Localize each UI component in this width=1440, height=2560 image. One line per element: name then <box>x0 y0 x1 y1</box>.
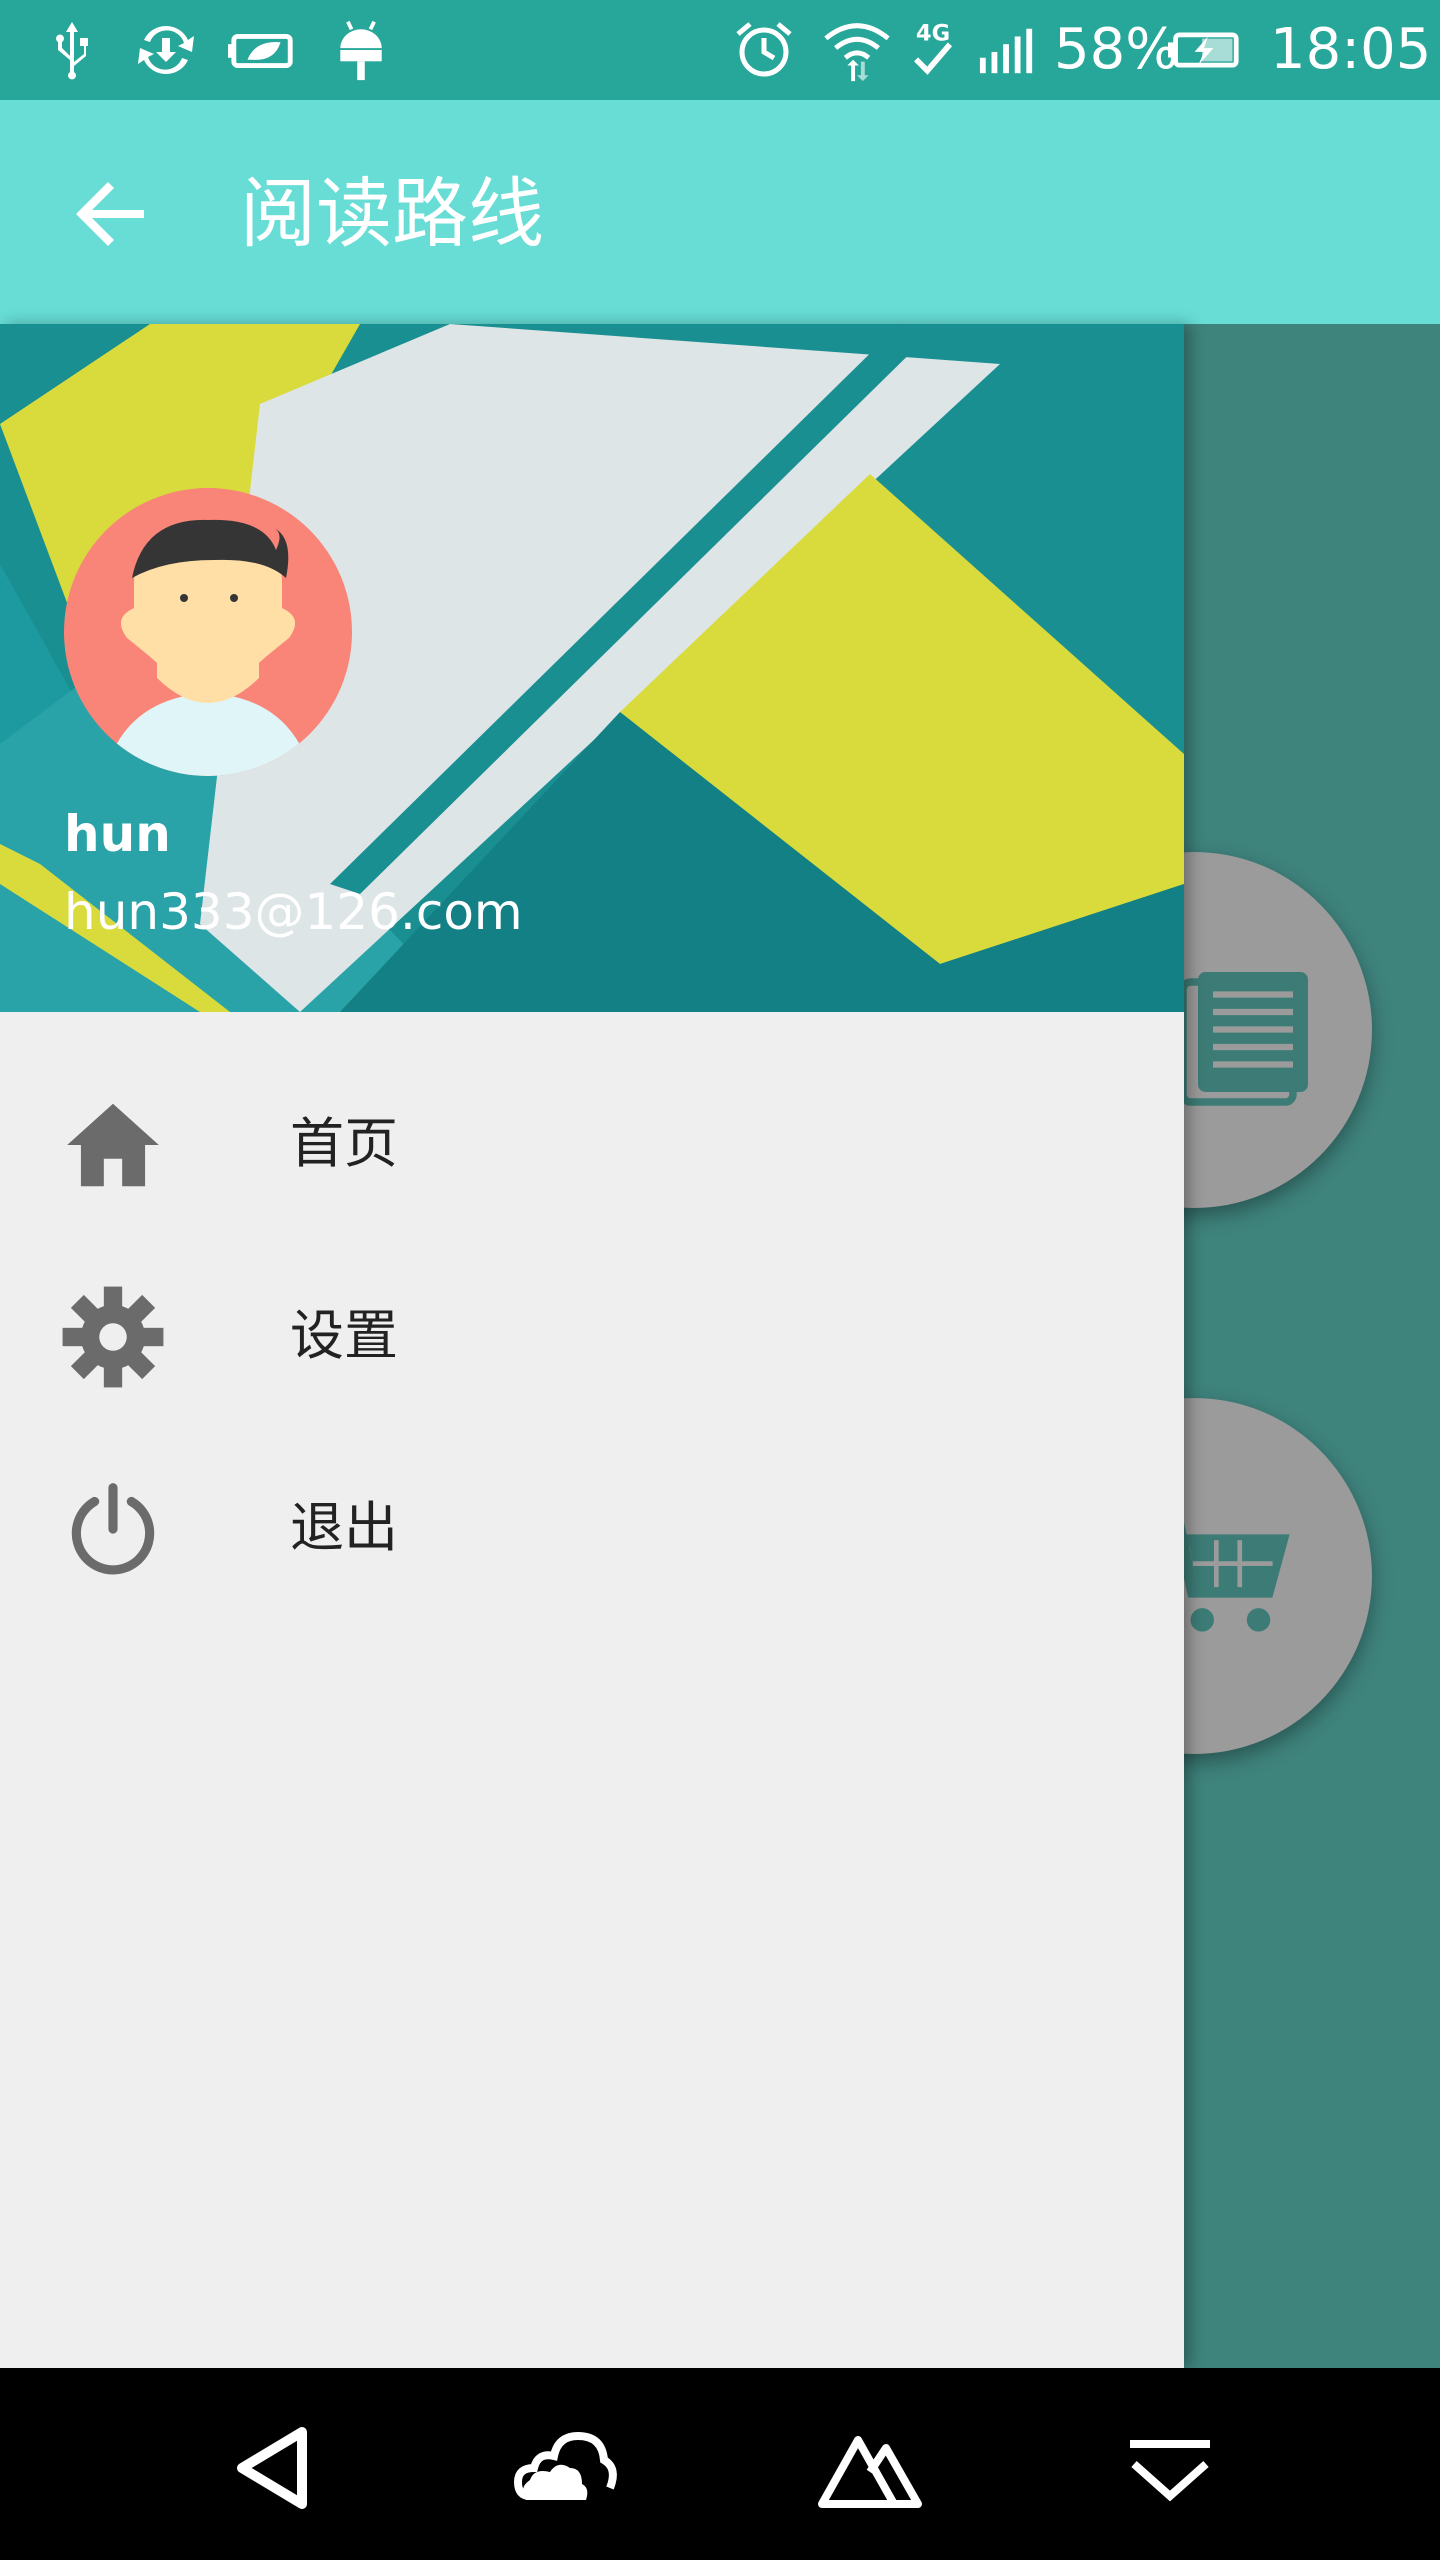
android-debug-icon <box>340 20 382 81</box>
user-name: hun <box>64 805 171 863</box>
menu-item-label: 退出 <box>290 1496 398 1559</box>
clock: 18:05 <box>1270 17 1432 82</box>
home-icon <box>67 1103 159 1187</box>
alarm-icon <box>736 22 792 77</box>
battery-charging-icon <box>1168 32 1239 68</box>
svg-text:4G: 4G <box>916 21 950 47</box>
user-email: hun333@126.com <box>64 883 523 941</box>
battery-percent: 58% <box>1054 17 1179 82</box>
menu-item-logout[interactable]: 退出 <box>0 1428 1184 1620</box>
status-bar: 4G 58% 18:05 <box>0 0 1440 100</box>
wifi-icon <box>824 23 890 82</box>
app-bar: 阅读路线 <box>0 100 1440 324</box>
drawer-header: hun hun333@126.com <box>0 324 1184 1012</box>
cloud-icon[interactable] <box>510 2408 630 2528</box>
network-4g-icon: 4G <box>914 21 953 75</box>
usb-icon <box>56 22 88 80</box>
avatar[interactable] <box>64 488 352 776</box>
system-nav-bar <box>0 2368 1440 2560</box>
page-title: 阅读路线 <box>240 169 544 258</box>
gear-icon <box>62 1286 164 1388</box>
menu-item-label: 设置 <box>290 1304 398 1367</box>
signal-icon <box>979 28 1033 74</box>
mountain-icon[interactable] <box>810 2408 930 2528</box>
collapse-icon[interactable] <box>1110 2408 1230 2528</box>
battery-saver-icon <box>228 33 293 68</box>
book-icon <box>1179 972 1308 1106</box>
menu-item-home[interactable]: 首页 <box>0 1044 1184 1236</box>
menu-item-settings[interactable]: 设置 <box>0 1236 1184 1428</box>
menu-item-label: 首页 <box>290 1112 398 1175</box>
power-icon <box>71 1483 155 1575</box>
sync-icon <box>138 25 194 75</box>
back-triangle-icon[interactable] <box>212 2408 332 2528</box>
arrow-back-icon[interactable] <box>64 166 160 262</box>
navigation-drawer: hun hun333@126.com 首页 设置 退出 <box>0 324 1184 2368</box>
